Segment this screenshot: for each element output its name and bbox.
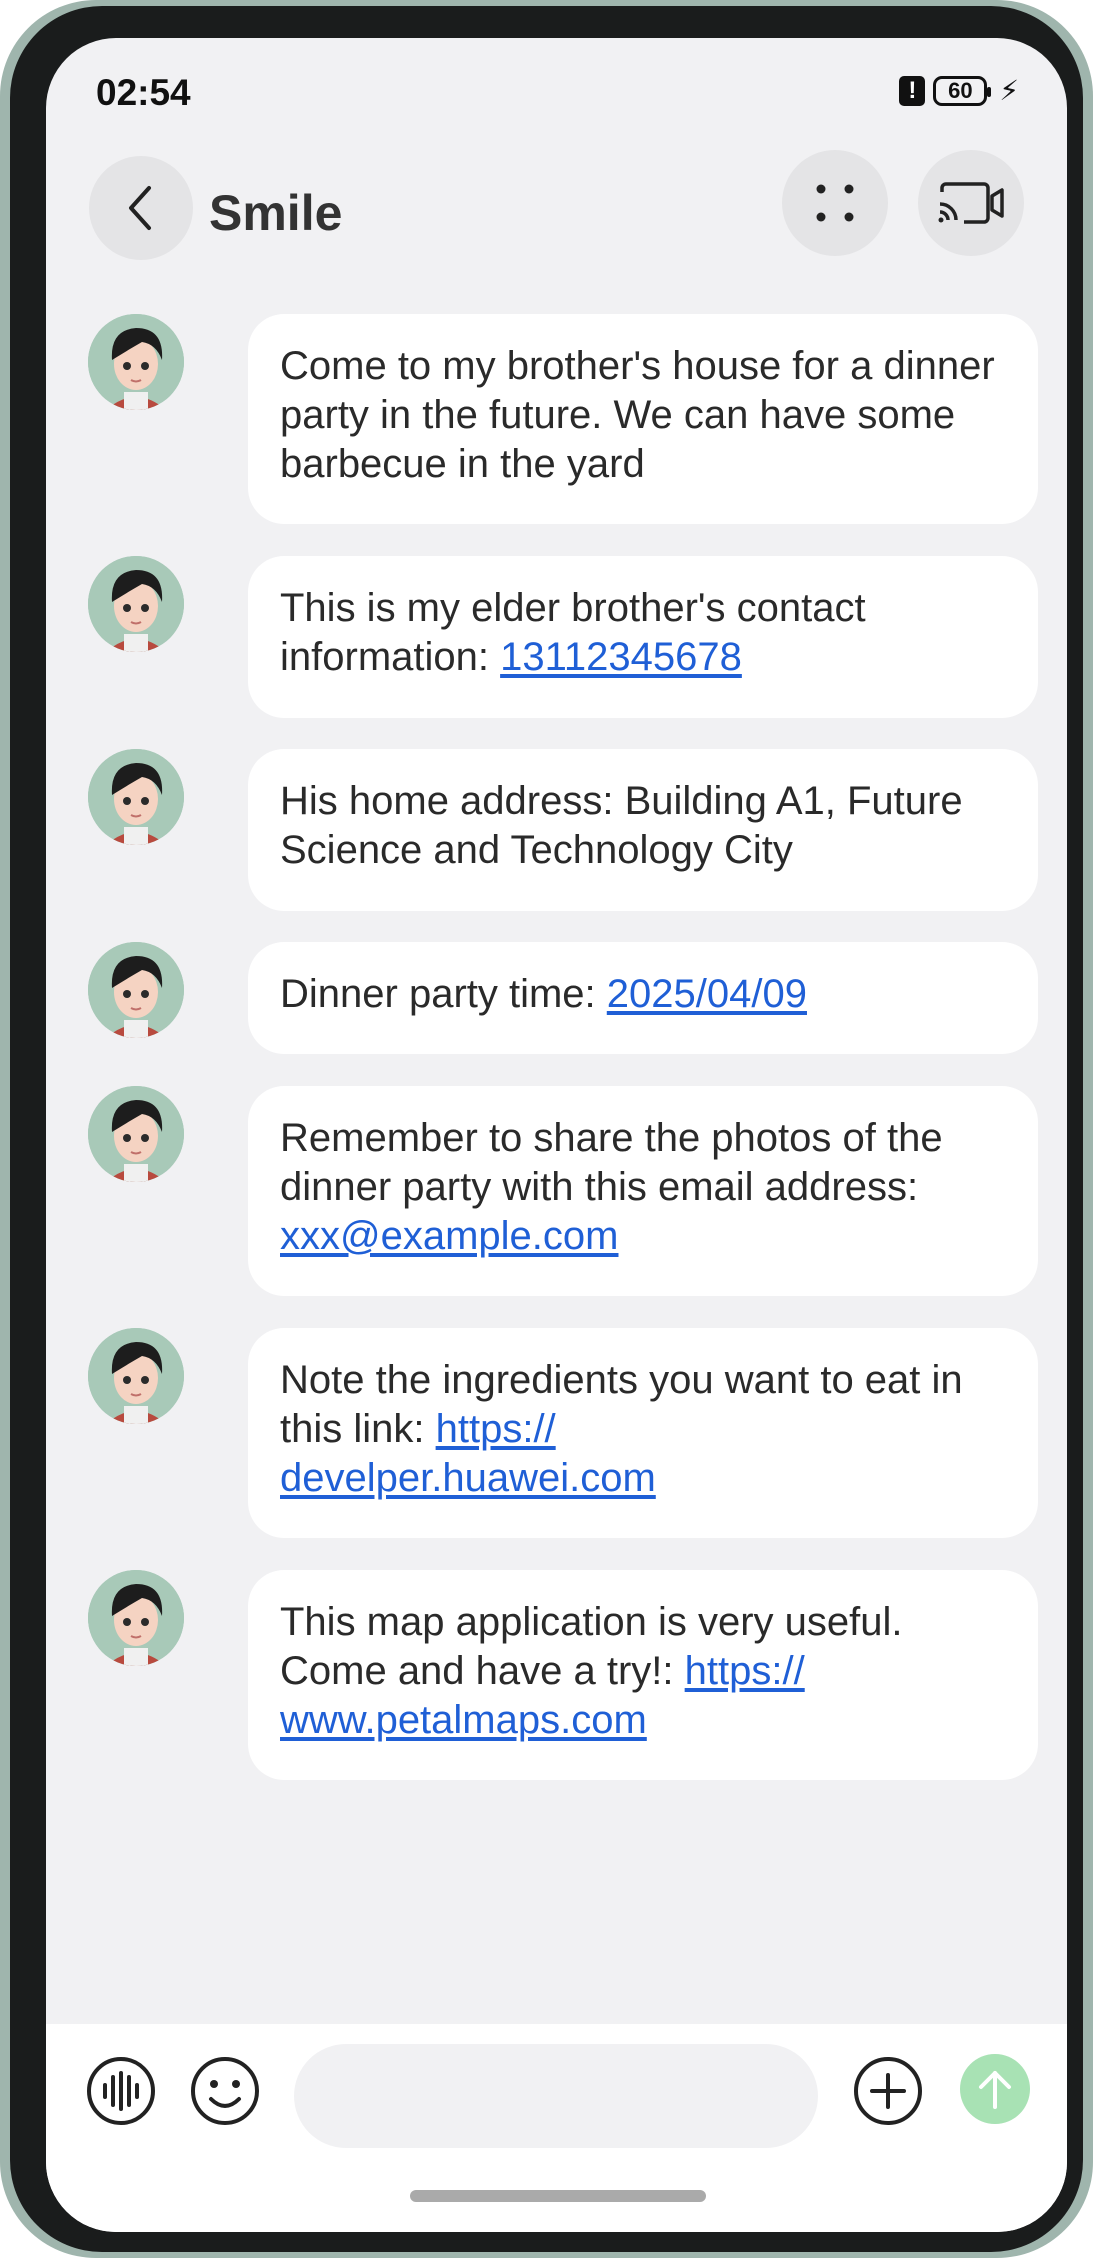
avatar[interactable] bbox=[88, 314, 184, 410]
message-text: Note the ingredients you want to eat in … bbox=[280, 1358, 963, 1451]
message-bubble[interactable]: Come to my brother's house for a dinner … bbox=[248, 314, 1038, 524]
status-time: 02:54 bbox=[96, 72, 191, 113]
voice-input-button[interactable] bbox=[84, 2054, 158, 2128]
back-button[interactable] bbox=[89, 156, 193, 260]
avatar[interactable] bbox=[88, 749, 184, 845]
charging-icon: ⚡ bbox=[999, 75, 1019, 106]
video-cast-icon bbox=[938, 182, 1004, 224]
message-link[interactable]: xxx@example.com bbox=[280, 1214, 618, 1258]
avatar[interactable] bbox=[88, 1086, 184, 1182]
message-bubble[interactable]: This is my elder brother's contact infor… bbox=[248, 556, 1038, 718]
message-link[interactable]: 13112345678 bbox=[500, 635, 742, 679]
dots-grid-icon bbox=[816, 184, 854, 222]
composer-bar bbox=[46, 2024, 1067, 2232]
message-bubble[interactable]: Dinner party time: 2025/04/09 bbox=[248, 942, 1038, 1054]
voice-wave-icon bbox=[87, 2057, 155, 2125]
phone-frame: 02:54 ! 60 ⚡ Smile Come to my brother's … bbox=[0, 0, 1093, 2258]
message-bubble[interactable]: This map application is very useful. Com… bbox=[248, 1570, 1038, 1780]
back-arrow-icon bbox=[129, 186, 151, 230]
more-options-button[interactable] bbox=[782, 150, 888, 256]
send-button[interactable] bbox=[960, 2054, 1030, 2124]
avatar[interactable] bbox=[88, 1570, 184, 1666]
avatar[interactable] bbox=[88, 1328, 184, 1424]
smiley-icon bbox=[191, 2057, 259, 2125]
emoji-button[interactable] bbox=[188, 2054, 262, 2128]
alert-icon: ! bbox=[899, 75, 926, 106]
video-call-button[interactable] bbox=[918, 150, 1024, 256]
message-text: Dinner party time: bbox=[280, 972, 607, 1016]
battery-level: 60 bbox=[948, 77, 973, 103]
add-attachment-button[interactable] bbox=[851, 2054, 925, 2128]
message-text: Come to my brother's house for a dinner … bbox=[280, 344, 995, 486]
message-input[interactable] bbox=[294, 2044, 818, 2148]
plus-circle-icon bbox=[854, 2057, 922, 2125]
home-indicator[interactable] bbox=[410, 2190, 706, 2202]
message-text: This map application is very useful. Com… bbox=[280, 1600, 903, 1693]
battery-icon: 60 bbox=[933, 75, 992, 106]
message-bubble[interactable]: Remember to share the photos of the dinn… bbox=[248, 1086, 1038, 1296]
message-text: His home address: Building A1, Future Sc… bbox=[280, 779, 963, 872]
message-text: Remember to share the photos of the dinn… bbox=[280, 1116, 943, 1209]
conversation-title: Smile bbox=[209, 185, 343, 241]
arrow-up-icon bbox=[979, 2071, 1011, 2109]
avatar[interactable] bbox=[88, 556, 184, 652]
message-bubble[interactable]: Note the ingredients you want to eat in … bbox=[248, 1328, 1038, 1538]
screen: 02:54 ! 60 ⚡ Smile Come to my brother's … bbox=[46, 38, 1067, 2232]
phone-bezel: 02:54 ! 60 ⚡ Smile Come to my brother's … bbox=[10, 6, 1083, 2252]
status-icons: ! 60 ⚡ bbox=[899, 74, 1019, 107]
message-link[interactable]: 2025/04/09 bbox=[607, 972, 807, 1016]
message-bubble[interactable]: His home address: Building A1, Future Sc… bbox=[248, 749, 1038, 911]
avatar[interactable] bbox=[88, 942, 184, 1038]
